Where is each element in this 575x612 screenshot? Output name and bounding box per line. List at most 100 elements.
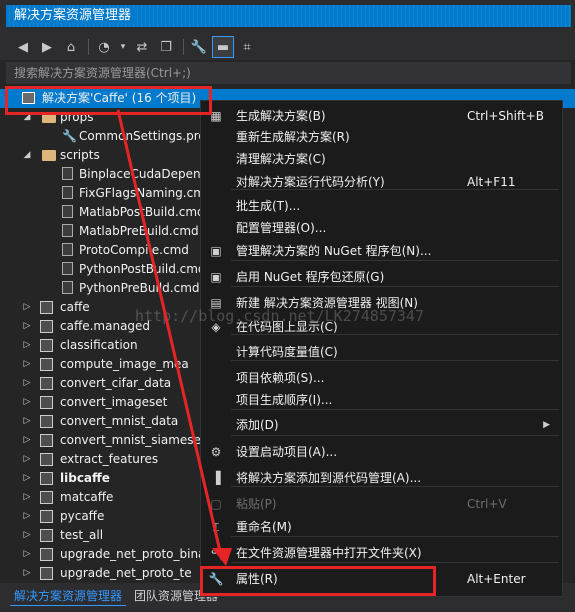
tree-item-label: convert_mnist_siamese_c: [60, 433, 214, 447]
wrench-icon: 🔧: [208, 572, 224, 586]
expanded-arrow-icon[interactable]: ◢: [21, 108, 33, 127]
home-icon[interactable]: ⌂: [60, 36, 82, 58]
menu-item-label: 属性(R): [236, 572, 278, 586]
collapsed-arrow-icon[interactable]: ▷: [21, 336, 33, 355]
project-icon: [40, 510, 53, 523]
menu-item[interactable]: ▦ 生成解决方案(B) Ctrl+Shift+B: [201, 106, 562, 127]
collapsed-arrow-icon[interactable]: ▷: [21, 412, 33, 431]
project-icon: [40, 415, 53, 428]
tree-item-label: CommonSettings.pro: [79, 129, 206, 143]
menu-item[interactable]: 清理解决方案(C): [201, 149, 562, 170]
rename-icon: ⌶: [212, 520, 220, 534]
menu-item-shortcut: Ctrl+Shift+B: [467, 109, 544, 123]
collapsed-arrow-icon[interactable]: ▷: [21, 450, 33, 469]
project-icon: [40, 358, 53, 371]
menu-item-label: 重新生成解决方案(R): [236, 130, 350, 144]
view-icon[interactable]: ▬: [212, 36, 234, 58]
class-view-icon[interactable]: ⌗: [236, 36, 258, 58]
search-input[interactable]: 搜索解决方案资源管理器(Ctrl+;): [6, 62, 571, 84]
menu-item[interactable]: 批生成(T)...: [201, 196, 562, 217]
menu-item[interactable]: ⌶ 重命名(M): [201, 517, 562, 538]
menu-item-label: 清理解决方案(C): [236, 152, 326, 166]
tree-item-label: MatlabPostBuild.cmd: [79, 205, 205, 219]
folder-icon: [42, 112, 56, 123]
menu-item[interactable]: ▐ 将解决方案添加到源代码管理(A)...: [201, 468, 562, 489]
collapse-icon[interactable]: ❐: [155, 36, 177, 58]
title-bar: 解决方案资源管理器: [0, 0, 575, 34]
collapsed-arrow-icon[interactable]: ▷: [21, 488, 33, 507]
tree-item-label: convert_mnist_data: [60, 414, 179, 428]
back-icon[interactable]: ◀: [12, 36, 34, 58]
project-icon: [40, 434, 53, 447]
tree-item-label: FixGFlagsNaming.cm: [79, 186, 205, 200]
menu-item[interactable]: ↪ 在文件资源管理器中打开文件夹(X): [201, 543, 562, 564]
menu-item-label: 生成解决方案(B): [236, 109, 326, 123]
collapsed-arrow-icon[interactable]: ▷: [21, 374, 33, 393]
collapsed-arrow-icon[interactable]: ▷: [21, 317, 33, 336]
tree-item-label: extract_features: [60, 452, 159, 466]
project-icon: [40, 529, 53, 542]
sync-icon[interactable]: ⇄: [131, 36, 153, 58]
tree-item-label: BinplaceCudaDepend: [79, 167, 209, 181]
collapsed-arrow-icon[interactable]: ▷: [21, 526, 33, 545]
menu-item[interactable]: 添加(D) ▶: [201, 415, 562, 436]
menu-item[interactable]: 重新生成解决方案(R): [201, 127, 562, 148]
tree-item-label: props: [60, 110, 94, 124]
menu-item-label: 启用 NuGet 程序包还原(G): [236, 270, 385, 284]
collapsed-arrow-icon[interactable]: ▷: [21, 298, 33, 317]
open-folder-icon: ↪: [210, 546, 222, 560]
properties-icon[interactable]: 🔧: [188, 36, 210, 58]
tree-item-label: PythonPreBuild.cmd: [79, 281, 200, 295]
file-icon: [62, 262, 73, 275]
collapsed-arrow-icon[interactable]: ▷: [21, 507, 33, 526]
collapsed-arrow-icon[interactable]: ▷: [21, 469, 33, 488]
menu-item[interactable]: 项目依赖项(S)...: [201, 368, 562, 389]
expanded-arrow-icon[interactable]: ◢: [21, 146, 33, 165]
collapsed-arrow-icon[interactable]: ▷: [21, 393, 33, 412]
collapsed-arrow-icon[interactable]: ▷: [21, 431, 33, 450]
project-icon: [40, 548, 53, 561]
tree-item-label: pycaffe: [60, 509, 105, 523]
collapsed-arrow-icon[interactable]: ▷: [21, 564, 33, 583]
toolbar: ◀ ▶ ⌂ ◔ ▾ ⇄ ❐ 🔧 ▬ ⌗: [0, 34, 575, 60]
wrench-icon: 🔧: [62, 129, 77, 143]
tree-item-label: convert_imageset: [60, 395, 168, 409]
collapsed-arrow-icon[interactable]: ▷: [21, 355, 33, 374]
dropdown-icon[interactable]: ▾: [117, 36, 129, 58]
menu-item-label: 项目生成顺序(I)...: [236, 393, 333, 407]
watermark: http://blog.csdn.net/LK274857347: [135, 307, 424, 325]
toolbar-separator: [88, 39, 89, 55]
tab-solution-explorer[interactable]: 解决方案资源管理器: [10, 587, 127, 606]
collapsed-arrow-icon[interactable]: ▷: [21, 545, 33, 564]
build-icon: ▦: [210, 109, 222, 123]
menu-item[interactable]: 配置管理器(O)...: [201, 218, 562, 239]
paste-icon: ▢: [210, 497, 222, 511]
tree-item-label: MatlabPreBuild.cmd: [79, 224, 199, 238]
menu-item[interactable]: 计算代码度量值(C): [201, 342, 562, 363]
menu-item-label: 对解决方案运行代码分析(Y): [236, 175, 385, 189]
menu-item-label: 项目依赖项(S)...: [236, 371, 325, 385]
history-icon[interactable]: ◔: [93, 36, 115, 58]
menu-item[interactable]: ▣ 启用 NuGet 程序包还原(G): [201, 267, 562, 288]
menu-item[interactable]: ▣ 管理解决方案的 NuGet 程序包(N)...: [201, 241, 562, 262]
tree-item-label: upgrade_net_proto_te: [60, 566, 192, 580]
startup-icon: ⚙: [210, 445, 222, 459]
forward-icon[interactable]: ▶: [36, 36, 58, 58]
tree-item-label: libcaffe: [60, 471, 110, 485]
menu-item[interactable]: 对解决方案运行代码分析(Y) Alt+F11: [201, 172, 562, 193]
file-icon: [62, 281, 73, 294]
menu-item-label: 配置管理器(O)...: [236, 221, 327, 235]
project-icon: [40, 339, 53, 352]
tree-item-label: compute_image_mea: [60, 357, 189, 371]
menu-item: ▢ 粘贴(P) Ctrl+V: [201, 494, 562, 515]
project-icon: [40, 567, 53, 580]
folder-icon: [42, 150, 56, 161]
menu-item-label: 管理解决方案的 NuGet 程序包(N)...: [236, 244, 432, 258]
menu-item[interactable]: 项目生成顺序(I)...: [201, 390, 562, 411]
file-icon: [62, 224, 73, 237]
menu-item-label: 添加(D): [236, 418, 279, 432]
file-icon: [62, 205, 73, 218]
menu-item[interactable]: ⚙ 设置启动项目(A)...: [201, 442, 562, 463]
menu-item-label: 将解决方案添加到源代码管理(A)...: [236, 471, 422, 485]
menu-item[interactable]: 🔧 属性(R) Alt+Enter: [201, 569, 562, 590]
